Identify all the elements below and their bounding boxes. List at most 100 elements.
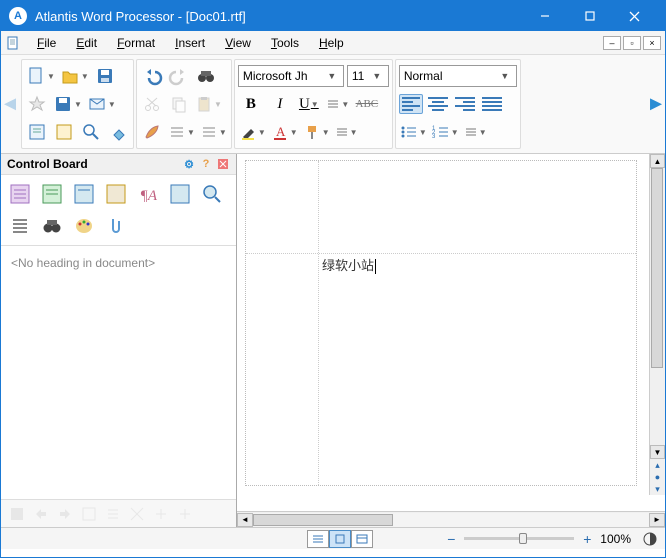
mail-button[interactable]: ▼ <box>86 92 117 116</box>
view-print-button[interactable] <box>329 530 351 548</box>
footer-btn-3[interactable] <box>55 504 75 524</box>
number-list-button[interactable]: 123▼ <box>431 120 460 144</box>
toolbar-next-button[interactable]: ► <box>647 55 665 153</box>
open-button[interactable]: ▼ <box>59 64 90 88</box>
footer-btn-6[interactable] <box>127 504 147 524</box>
document-viewport[interactable]: 绿软小站 ▲ ▼ ▴ ● ▾ <box>237 154 665 511</box>
toolbar-prev-button[interactable]: ◄ <box>1 55 19 153</box>
strikethrough-button[interactable]: ABC <box>354 92 380 116</box>
scroll-track-h[interactable] <box>253 513 649 527</box>
footer-btn-7[interactable] <box>151 504 171 524</box>
font-family-combo[interactable]: Microsoft Jh▼ <box>238 65 344 87</box>
zoom-out-button[interactable]: − <box>444 532 458 546</box>
menu-insert[interactable]: Insert <box>165 33 215 53</box>
style-combo[interactable]: Normal▼ <box>399 65 517 87</box>
para-more-button[interactable]: ▼ <box>463 120 488 144</box>
font-color-button[interactable]: A▼ <box>270 120 299 144</box>
menu-help[interactable]: Help <box>309 33 354 53</box>
paste-button[interactable]: ▼ <box>194 92 223 116</box>
eraser-button[interactable] <box>106 120 130 144</box>
select-browse-button[interactable]: ● <box>650 471 665 483</box>
font-size-combo[interactable]: 11▼ <box>347 65 389 87</box>
view-full-button[interactable] <box>351 530 373 548</box>
footer-btn-5[interactable] <box>103 504 123 524</box>
menu-edit[interactable]: Edit <box>66 33 107 53</box>
contrast-icon[interactable] <box>643 532 657 546</box>
properties-button[interactable] <box>25 120 49 144</box>
minimize-button[interactable] <box>522 1 567 31</box>
cb-zoom-icon[interactable] <box>199 181 225 207</box>
align-right-button[interactable] <box>453 94 477 114</box>
zoom-slider-thumb[interactable] <box>519 533 527 544</box>
style-list2-button[interactable]: ▼ <box>199 120 228 144</box>
zoom-in-button[interactable]: + <box>580 532 594 546</box>
cb-clip-icon[interactable] <box>103 213 129 239</box>
menu-format[interactable]: Format <box>107 33 165 53</box>
document-text[interactable]: 绿软小站 <box>322 255 376 274</box>
italic-button[interactable]: I <box>267 92 293 116</box>
style-list-button[interactable]: ▼ <box>167 120 196 144</box>
scroll-thumb[interactable] <box>651 168 663 368</box>
close-button[interactable] <box>612 1 657 31</box>
help-icon[interactable]: ? <box>199 157 213 171</box>
footer-btn-2[interactable] <box>31 504 51 524</box>
scroll-down-button[interactable]: ▼ <box>650 445 665 459</box>
menu-file[interactable]: File <box>27 33 66 53</box>
view-draft-button[interactable] <box>307 530 329 548</box>
zoom-slider[interactable] <box>464 537 574 540</box>
binoculars-button[interactable] <box>194 64 218 88</box>
menu-tools[interactable]: Tools <box>261 33 309 53</box>
copy-button[interactable] <box>167 92 191 116</box>
cb-find-icon[interactable] <box>39 213 65 239</box>
cb-bookmarks-icon[interactable] <box>71 181 97 207</box>
scroll-thumb-h[interactable] <box>253 514 393 526</box>
scroll-up-button[interactable]: ▲ <box>650 154 665 168</box>
chevron-down-icon[interactable]: ▼ <box>498 71 512 81</box>
brush-button[interactable] <box>140 120 164 144</box>
maximize-button[interactable] <box>567 1 612 31</box>
more-font-button[interactable]: ▼ <box>334 120 359 144</box>
bold-button[interactable]: B <box>238 92 264 116</box>
mdi-close-button[interactable]: × <box>643 36 661 50</box>
highlight-button[interactable]: ▼ <box>238 120 267 144</box>
vertical-scrollbar[interactable]: ▲ ▼ ▴ ● ▾ <box>649 154 665 495</box>
cb-palette-icon[interactable] <box>71 213 97 239</box>
scroll-track[interactable] <box>650 168 665 445</box>
cb-columns-icon[interactable] <box>7 213 33 239</box>
undo-button[interactable] <box>140 64 164 88</box>
notes-button[interactable] <box>52 120 76 144</box>
new-doc-button[interactable]: ▼ <box>25 64 56 88</box>
cb-lists-icon[interactable] <box>103 181 129 207</box>
next-page-button[interactable]: ▾ <box>650 483 665 495</box>
cb-headings-icon[interactable] <box>7 181 33 207</box>
scroll-left-button[interactable]: ◄ <box>237 513 253 527</box>
align-justify-button[interactable] <box>480 94 504 114</box>
gear-icon[interactable]: ⚙ <box>182 157 196 171</box>
mdi-minimize-button[interactable]: – <box>603 36 621 50</box>
menu-view[interactable]: View <box>215 33 261 53</box>
chevron-down-icon[interactable]: ▼ <box>325 71 339 81</box>
align-left-button[interactable] <box>399 94 423 114</box>
chevron-down-icon[interactable]: ▼ <box>370 71 384 81</box>
cut-button[interactable] <box>140 92 164 116</box>
scroll-right-button[interactable]: ► <box>649 513 665 527</box>
favorite-button[interactable] <box>25 92 49 116</box>
cb-hyperlinks-icon[interactable] <box>167 181 193 207</box>
more-format-button[interactable]: ▼ <box>325 92 351 116</box>
format-painter-button[interactable]: ▼ <box>302 120 331 144</box>
save-as-button[interactable]: ▼ <box>52 92 83 116</box>
footer-btn-4[interactable] <box>79 504 99 524</box>
align-center-button[interactable] <box>426 94 450 114</box>
close-icon[interactable] <box>216 157 230 171</box>
mdi-restore-button[interactable]: ▫ <box>623 36 641 50</box>
cb-styles-icon[interactable]: ¶A <box>135 181 161 207</box>
footer-btn-1[interactable] <box>7 504 27 524</box>
bullet-list-button[interactable]: ▼ <box>399 120 428 144</box>
horizontal-scrollbar[interactable]: ◄ ► <box>237 511 665 527</box>
redo-button[interactable] <box>167 64 191 88</box>
save-button[interactable] <box>93 64 117 88</box>
find-button[interactable] <box>79 120 103 144</box>
underline-button[interactable]: U▼ <box>296 92 322 116</box>
prev-page-button[interactable]: ▴ <box>650 459 665 471</box>
footer-btn-8[interactable] <box>175 504 195 524</box>
